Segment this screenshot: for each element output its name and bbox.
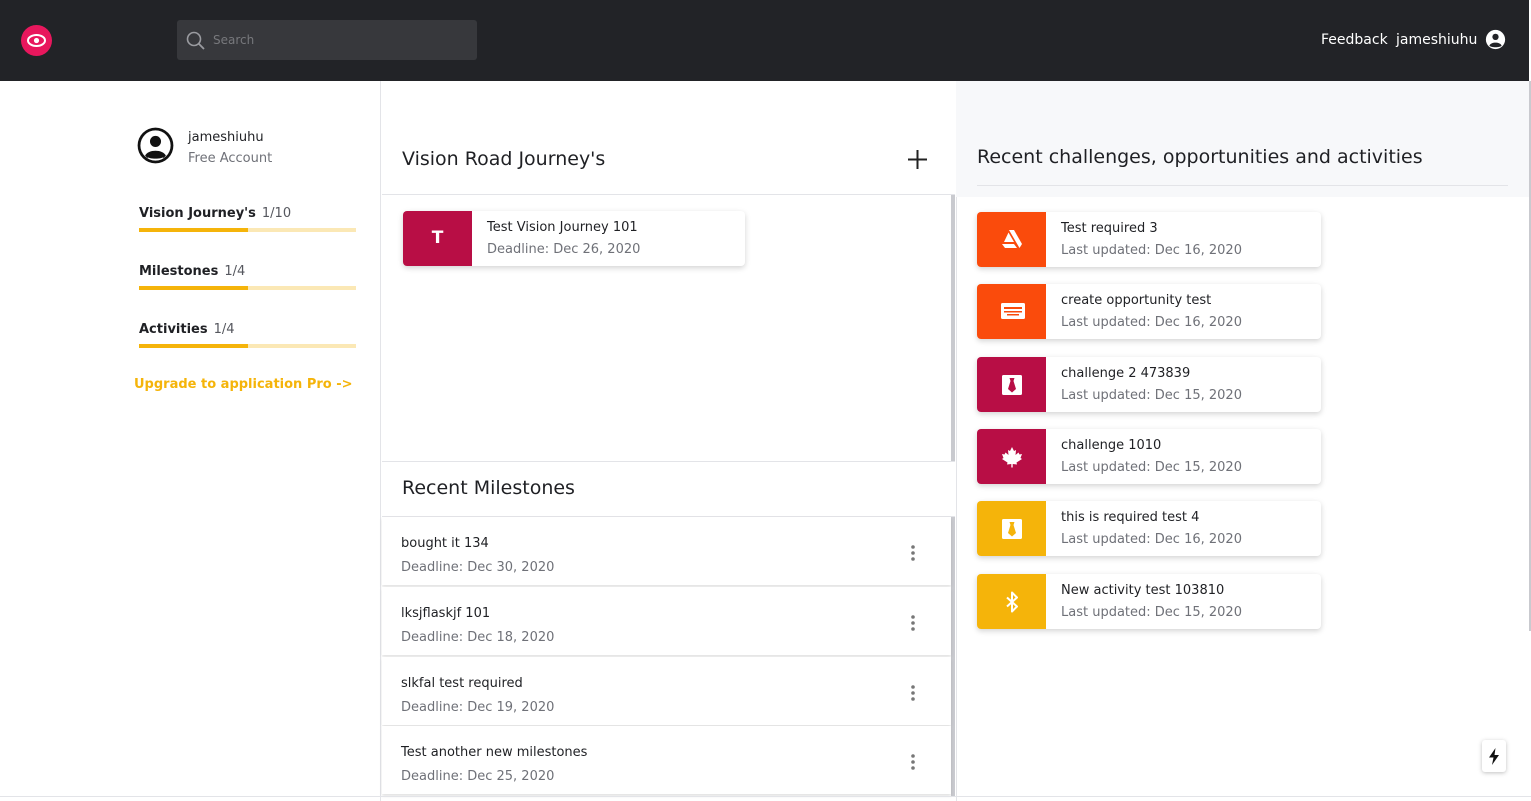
- activity-card[interactable]: Test required 3 Last updated: Dec 16, 20…: [977, 212, 1321, 267]
- activities-header: [956, 81, 1529, 197]
- milestones-title: Recent Milestones: [402, 477, 575, 499]
- activity-updated: Last updated: Dec 15, 2020: [1061, 605, 1242, 620]
- milestone-deadline: Deadline: Dec 18, 2020: [401, 630, 555, 645]
- artstation-icon: [1002, 230, 1022, 248]
- activity-card[interactable]: challenge 2 473839 Last updated: Dec 15,…: [977, 357, 1321, 412]
- account-circle-icon[interactable]: [1485, 29, 1506, 50]
- maple-leaf-icon: [1002, 447, 1022, 468]
- more-vert-icon[interactable]: [909, 684, 917, 702]
- milestone-deadline: Deadline: Dec 19, 2020: [401, 700, 555, 715]
- stat-vision-journeys: Vision Journey's 1/10: [139, 202, 356, 232]
- milestone-item[interactable]: lksjflaskjf 101 Deadline: Dec 18, 2020: [382, 587, 951, 655]
- activity-thumb: [977, 501, 1046, 556]
- progress-bar: [139, 344, 356, 348]
- progress-bar: [139, 286, 356, 290]
- activity-thumb: [977, 212, 1046, 267]
- activity-card[interactable]: challenge 1010 Last updated: Dec 15, 202…: [977, 429, 1321, 484]
- activity-card[interactable]: New activity test 103810 Last updated: D…: [977, 574, 1321, 629]
- activity-updated: Last updated: Dec 16, 2020: [1061, 315, 1242, 330]
- account-plan: Free Account: [188, 151, 273, 166]
- journey-initial: T: [403, 211, 472, 266]
- bluetooth-icon: [1006, 591, 1018, 613]
- milestone-title: lksjflaskjf 101: [401, 606, 491, 621]
- activity-updated: Last updated: Dec 16, 2020: [1061, 243, 1242, 258]
- activities-title: Recent challenges, opportunities and act…: [977, 146, 1423, 168]
- activity-updated: Last updated: Dec 15, 2020: [1061, 388, 1242, 403]
- activity-title: challenge 1010: [1061, 438, 1162, 453]
- tie-icon: [1002, 519, 1022, 539]
- journeys-title: Vision Road Journey's: [402, 148, 606, 170]
- activity-card[interactable]: this is required test 4 Last updated: De…: [977, 501, 1321, 556]
- milestones-scrollbar[interactable]: [951, 517, 955, 796]
- milestone-item[interactable]: Test another new milestones Deadline: De…: [382, 726, 951, 794]
- activity-title: create opportunity test: [1061, 293, 1212, 308]
- avatar-icon: [137, 127, 174, 164]
- activity-thumb: [977, 429, 1046, 484]
- divider: [382, 194, 955, 195]
- bolt-icon: [1489, 748, 1499, 765]
- activity-thumb: [977, 284, 1046, 339]
- stat-activities: Activities 1/4: [139, 318, 356, 348]
- add-journey-icon[interactable]: [907, 149, 928, 170]
- activity-title: New activity test 103810: [1061, 583, 1225, 598]
- milestone-deadline: Deadline: Dec 30, 2020: [401, 560, 555, 575]
- activity-title: Test required 3: [1061, 221, 1158, 236]
- tie-icon: [1002, 375, 1022, 395]
- stat-count: 1/4: [213, 322, 235, 337]
- journeys-scrollbar[interactable]: [951, 195, 955, 461]
- profile-name: jameshiuhu: [188, 130, 264, 145]
- more-vert-icon[interactable]: [909, 614, 917, 632]
- journey-title: Test Vision Journey 101: [487, 220, 638, 235]
- stat-count: 1/10: [261, 206, 292, 221]
- card-icon: [1001, 303, 1025, 319]
- feedback-link[interactable]: Feedback: [1321, 32, 1388, 48]
- divider: [382, 461, 955, 462]
- activity-title: challenge 2 473839: [1061, 366, 1191, 381]
- activity-thumb: [977, 574, 1046, 629]
- search-box: [177, 20, 477, 60]
- milestone-title: Test another new milestones: [401, 745, 588, 760]
- username-menu[interactable]: jameshiuhu: [1396, 32, 1477, 48]
- progress-fill: [139, 344, 248, 348]
- milestone-item[interactable]: bought it 134 Deadline: Dec 30, 2020: [382, 517, 951, 585]
- divider: [977, 185, 1508, 186]
- stat-label: Milestones: [139, 264, 219, 279]
- activity-thumb: [977, 357, 1046, 412]
- progress-fill: [139, 228, 248, 232]
- activity-updated: Last updated: Dec 16, 2020: [1061, 532, 1242, 547]
- top-navbar: Feedback jameshiuhu: [0, 0, 1529, 81]
- quick-action-button[interactable]: [1482, 740, 1506, 772]
- activity-updated: Last updated: Dec 15, 2020: [1061, 460, 1242, 475]
- more-vert-icon[interactable]: [909, 753, 917, 771]
- milestone-deadline: Deadline: Dec 25, 2020: [401, 769, 555, 784]
- search-input[interactable]: [213, 20, 468, 60]
- milestone-title: slkfal test required: [401, 676, 523, 691]
- milestone-title: bought it 134: [401, 536, 489, 551]
- eye-logo-icon[interactable]: [21, 25, 52, 56]
- journey-deadline: Deadline: Dec 26, 2020: [487, 242, 641, 257]
- stat-label: Vision Journey's: [139, 206, 256, 221]
- stat-label: Activities: [139, 322, 208, 337]
- more-vert-icon[interactable]: [909, 544, 917, 562]
- journey-card[interactable]: T Test Vision Journey 101 Deadline: Dec …: [403, 211, 745, 266]
- milestone-item[interactable]: slkfal test required Deadline: Dec 19, 2…: [382, 657, 951, 725]
- divider: [0, 796, 1531, 797]
- profile-sidebar: [0, 81, 381, 801]
- progress-bar: [139, 228, 356, 232]
- stat-count: 1/4: [224, 264, 246, 279]
- search-icon: [186, 31, 205, 50]
- activity-card[interactable]: create opportunity test Last updated: De…: [977, 284, 1321, 339]
- activity-title: this is required test 4: [1061, 510, 1200, 525]
- progress-fill: [139, 286, 248, 290]
- stat-milestones: Milestones 1/4: [139, 260, 356, 290]
- upgrade-link[interactable]: Upgrade to application Pro ->: [134, 377, 353, 392]
